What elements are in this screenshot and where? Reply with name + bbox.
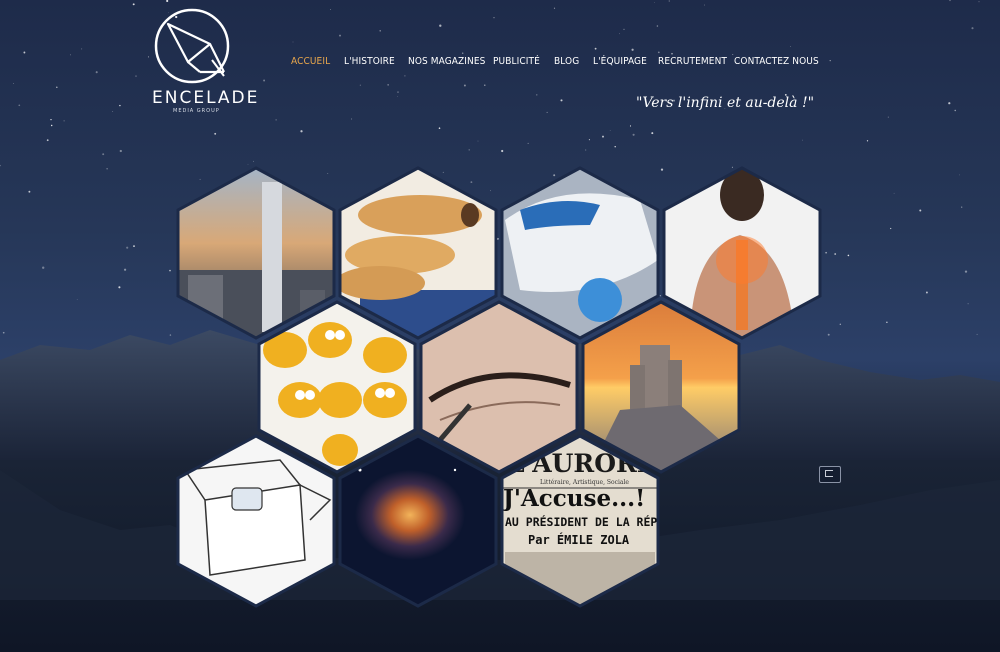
newspaper-line-president: AU PRÉSIDENT DE LA RÉP: [505, 514, 657, 529]
newspaper-line-author: Par ÉMILE ZOLA: [528, 532, 630, 547]
expand-icon[interactable]: [819, 466, 841, 483]
hexagon-gallery: L'AURORE Littéraire, Artistique, Sociale…: [176, 166, 822, 608]
newspaper-headline: J'Accuse...!: [501, 485, 645, 512]
